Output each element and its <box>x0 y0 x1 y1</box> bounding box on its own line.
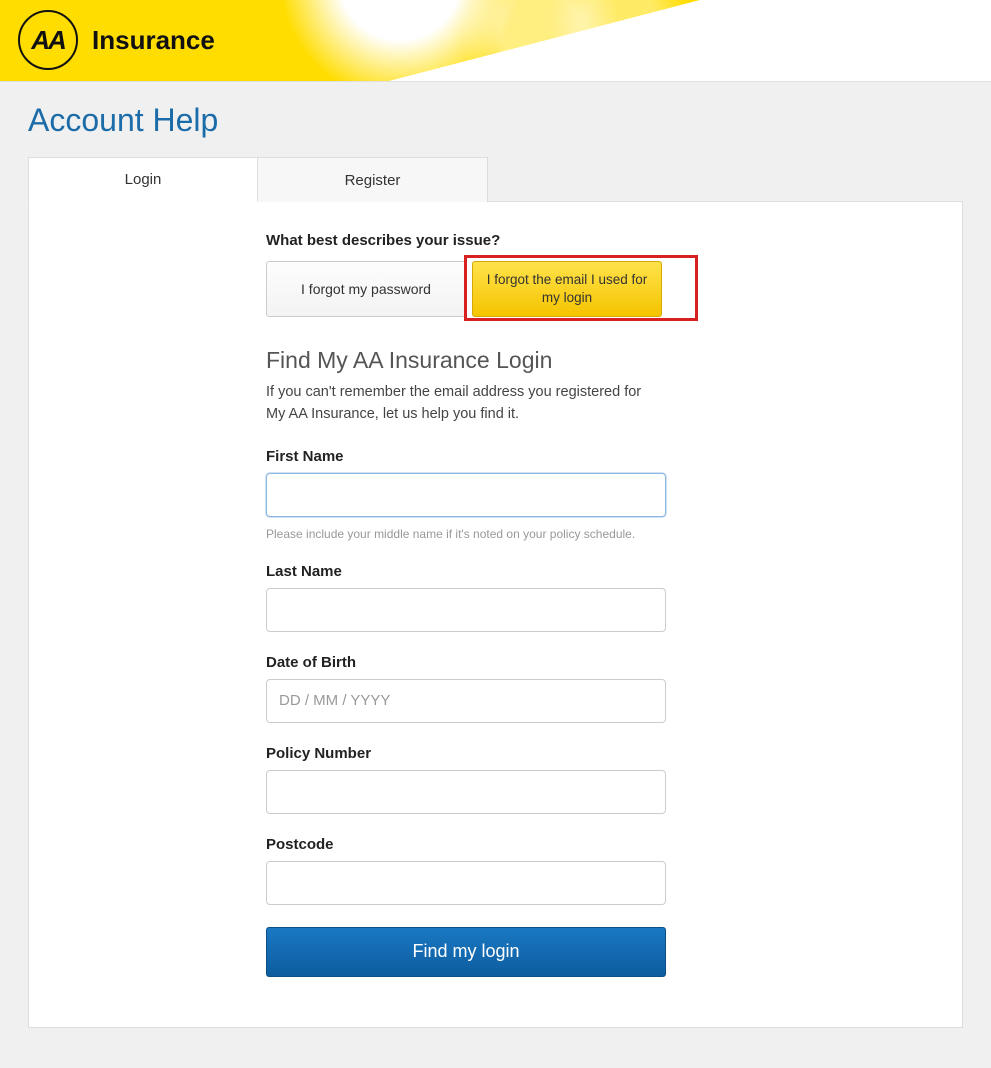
policy-number-input[interactable] <box>266 770 666 814</box>
postcode-field-group: Postcode <box>266 836 706 905</box>
dob-label: Date of Birth <box>266 654 706 671</box>
issue-question: What best describes your issue? <box>266 232 706 249</box>
forgot-password-label: I forgot my password <box>301 281 431 297</box>
header: AA Insurance <box>0 0 991 82</box>
page-title: Account Help <box>28 102 963 139</box>
forgot-password-button[interactable]: I forgot my password <box>266 261 466 317</box>
policy-number-field-group: Policy Number <box>266 745 706 814</box>
last-name-field-group: Last Name <box>266 563 706 632</box>
submit-label: Find my login <box>412 941 519 961</box>
form-container: What best describes your issue? I forgot… <box>266 232 706 977</box>
logo-text: Insurance <box>92 25 215 56</box>
tab-register-label: Register <box>345 172 401 189</box>
logo[interactable]: AA Insurance <box>18 10 215 70</box>
first-name-field-group: First Name Please include your middle na… <box>266 448 706 541</box>
tabs: Login Register <box>28 157 963 202</box>
postcode-label: Postcode <box>266 836 706 853</box>
page-container: Account Help Login Register What best de… <box>0 82 991 1068</box>
issue-options: I forgot my password I forgot the email … <box>266 261 706 317</box>
postcode-input[interactable] <box>266 861 666 905</box>
tab-register[interactable]: Register <box>258 157 488 202</box>
logo-letters: AA <box>31 25 65 56</box>
tab-login[interactable]: Login <box>28 157 258 202</box>
content-panel: What best describes your issue? I forgot… <box>28 201 963 1028</box>
forgot-email-button[interactable]: I forgot the email I used for my login <box>472 261 662 317</box>
last-name-input[interactable] <box>266 588 666 632</box>
first-name-hint: Please include your middle name if it's … <box>266 527 706 541</box>
first-name-input[interactable] <box>266 473 666 517</box>
form-description: If you can't remember the email address … <box>266 382 656 426</box>
dob-field-group: Date of Birth <box>266 654 706 723</box>
find-my-login-button[interactable]: Find my login <box>266 927 666 977</box>
tab-login-label: Login <box>125 171 162 188</box>
logo-circle-icon: AA <box>18 10 78 70</box>
form-heading: Find My AA Insurance Login <box>266 347 706 374</box>
first-name-label: First Name <box>266 448 706 465</box>
dob-input[interactable] <box>266 679 666 723</box>
last-name-label: Last Name <box>266 563 706 580</box>
policy-number-label: Policy Number <box>266 745 706 762</box>
forgot-email-label: I forgot the email I used for my login <box>483 271 651 306</box>
